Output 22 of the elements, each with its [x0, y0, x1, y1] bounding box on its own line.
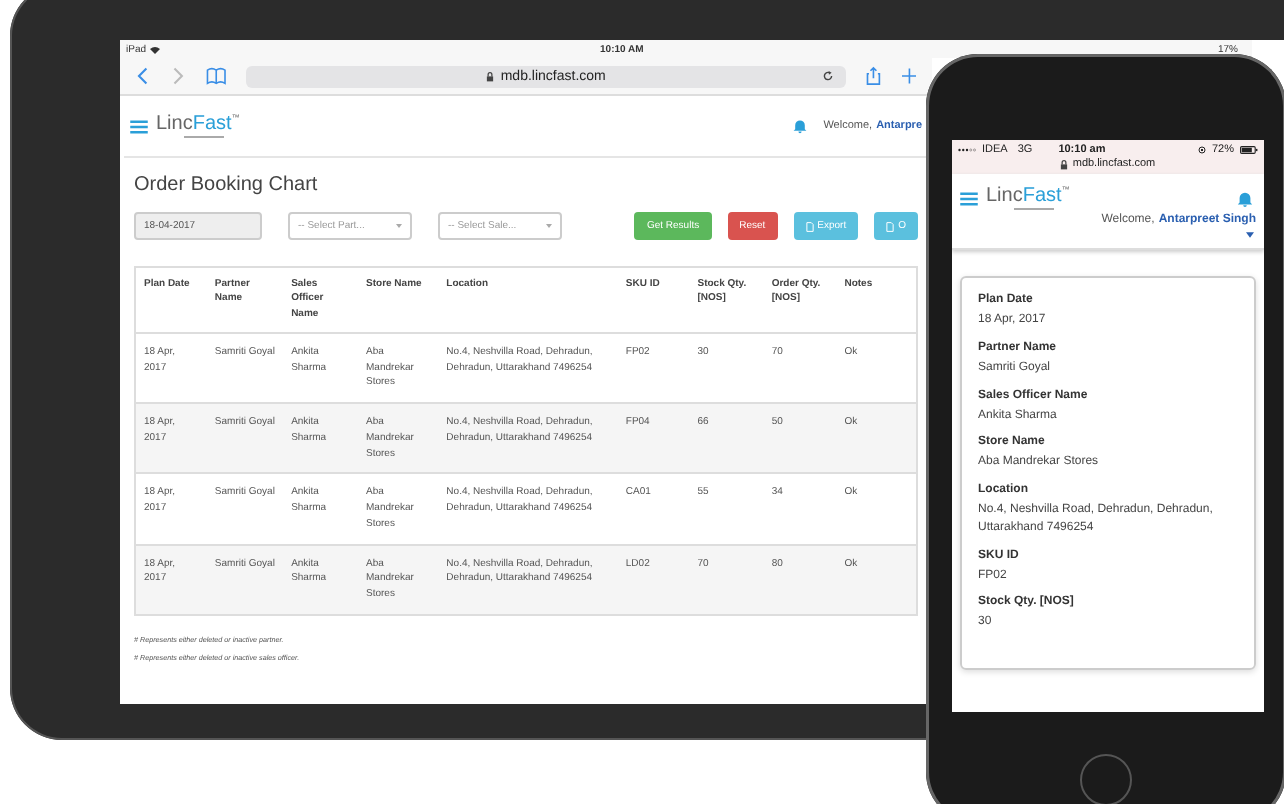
- battery-icon: [1240, 146, 1258, 154]
- rotation-lock-icon: [1197, 146, 1206, 154]
- lock-icon: [1060, 159, 1069, 169]
- lock-icon: [486, 71, 495, 81]
- home-button[interactable]: [1080, 754, 1132, 804]
- menu-icon[interactable]: [960, 191, 978, 206]
- caret-icon[interactable]: [1246, 232, 1254, 239]
- bookmarks-icon[interactable]: [205, 66, 227, 86]
- back-icon[interactable]: [136, 66, 151, 86]
- forward-icon[interactable]: [170, 66, 186, 86]
- wifi-icon: [150, 46, 161, 54]
- bell-icon[interactable]: [1236, 189, 1254, 208]
- bell-icon[interactable]: [791, 118, 808, 134]
- share-icon[interactable]: [866, 66, 882, 86]
- document-icon: [886, 221, 895, 231]
- caret-icon: [546, 224, 552, 228]
- document-icon: [805, 221, 814, 231]
- plus-icon[interactable]: [901, 66, 916, 86]
- reload-icon[interactable]: [822, 70, 835, 82]
- caret-icon: [396, 224, 402, 228]
- page-title: Order Booking Chart: [132, 172, 320, 200]
- menu-icon[interactable]: [130, 119, 148, 133]
